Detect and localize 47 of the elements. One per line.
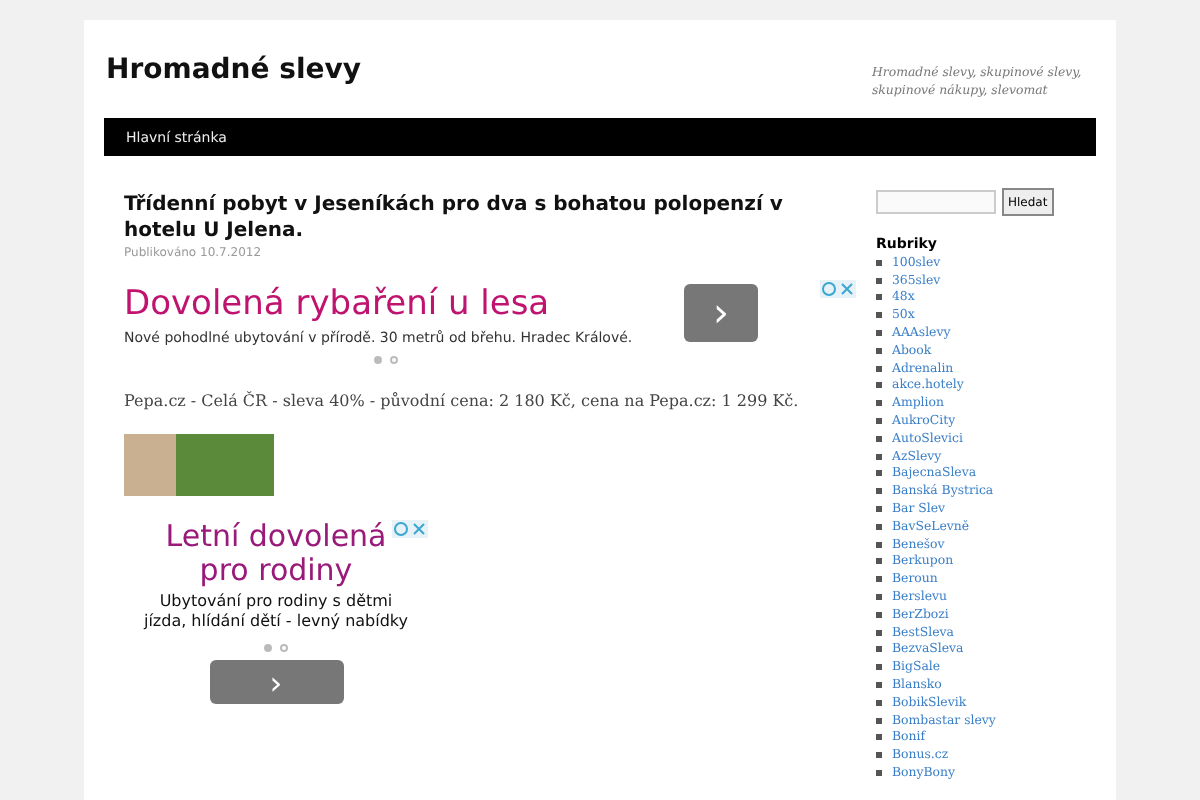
bullet-icon [876, 558, 882, 565]
bullet-icon [876, 418, 882, 425]
bullet-icon [876, 259, 882, 266]
bullet-icon [876, 752, 882, 759]
next-button[interactable]: › [684, 283, 758, 341]
bullet-icon [876, 770, 882, 776]
bullet-icon [876, 629, 882, 636]
bullet-icon [876, 400, 882, 407]
bullet-icon [876, 576, 882, 583]
next-button[interactable]: › [209, 660, 343, 704]
bullet-icon [876, 541, 882, 548]
bullet-icon [876, 646, 882, 653]
bullet-icon [876, 330, 882, 337]
ad-banner[interactable]: Letní dovolená pro rodiny Ubytování pro rodiny s dětmi jízda, hlídání dětí - levný nabídky › [124, 520, 428, 704]
site-title[interactable]: Hromadné slevy [104, 52, 362, 88]
bullet-icon [876, 506, 882, 513]
search-field[interactable] [876, 190, 996, 214]
bullet-icon [876, 699, 882, 706]
bullet-icon [876, 717, 882, 724]
bullet-icon [876, 470, 882, 477]
bullet-icon [876, 277, 882, 284]
bullet-icon [876, 312, 882, 319]
bullet-icon [876, 453, 882, 460]
photo-placeholder[interactable] [124, 434, 274, 496]
bullet-icon [876, 523, 882, 530]
bullet-icon [876, 664, 882, 671]
ad-headline: Dovolená rybaření u lesa [124, 284, 552, 324]
dot-icon[interactable] [374, 356, 382, 364]
bullet-icon [876, 294, 882, 301]
bullet-icon [876, 734, 882, 741]
dot-icon[interactable] [264, 644, 272, 652]
ad-text: Ubytování pro rodiny s dětmi jízda, hlídání dětí - levný nabídky [141, 592, 411, 632]
bullet-icon [876, 435, 882, 442]
dot-icon[interactable] [390, 356, 398, 364]
bullet-icon [876, 594, 882, 601]
bullet-icon [876, 488, 882, 495]
post-title[interactable]: Třídenní pobyt v Jeseníkách pro dva s bohatou polopenzí v hotelu U Jelena. [124, 192, 856, 244]
bullet-icon [876, 365, 882, 372]
ad-choices-icon[interactable] [392, 520, 428, 538]
bullet-icon [876, 347, 882, 354]
bullet-icon [876, 611, 882, 618]
ad-choices-icon[interactable] [820, 280, 856, 298]
ad-headline: Letní dovolená pro rodiny [163, 520, 389, 588]
post-text: Pepa.cz - Celá ČR - sleva 40% - původní cena: 2 180 Kč, cena na Pepa.cz: 1 299 Kč. [124, 392, 801, 410]
bullet-icon [876, 382, 882, 389]
dot-icon[interactable] [280, 644, 288, 652]
bullet-icon [876, 682, 882, 689]
